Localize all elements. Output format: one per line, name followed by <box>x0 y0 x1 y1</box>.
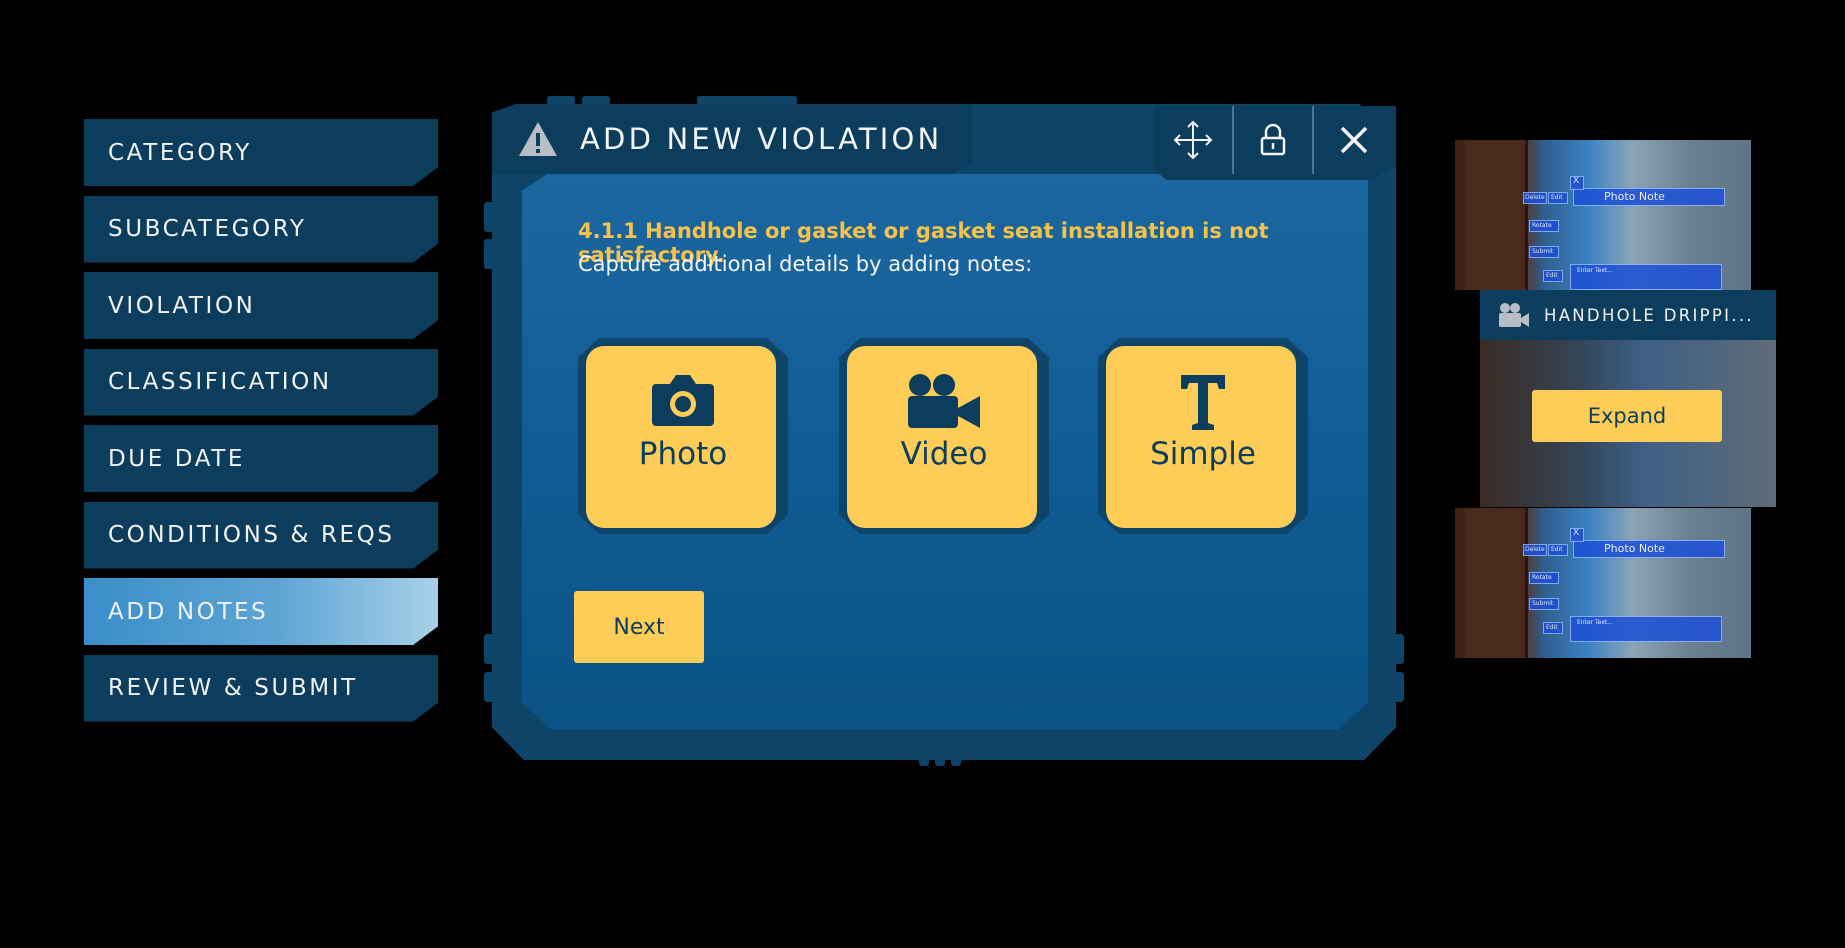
step-violation[interactable]: VIOLATION <box>84 272 438 339</box>
close-icon: X <box>1570 176 1584 190</box>
instruction-text: Capture additional details by adding not… <box>578 252 1033 276</box>
frame-nub <box>484 634 494 664</box>
rotate-chip: Rotate <box>1529 572 1559 584</box>
close-button[interactable] <box>1314 106 1394 174</box>
video-camera-icon <box>1499 303 1529 327</box>
enter-text-field: Enter Text... <box>1570 616 1722 642</box>
edit-chip: Edit <box>1548 544 1568 556</box>
camera-icon <box>578 372 788 428</box>
edit-chip: Edit <box>1548 192 1568 204</box>
photo-note-panel: Photo Note <box>1573 188 1725 206</box>
step-add-notes[interactable]: ADD NOTES <box>84 578 438 645</box>
frame-nub <box>1394 634 1404 664</box>
frame-nub <box>1394 672 1404 702</box>
dialog-title-bar: ADD NEW VIOLATION <box>492 104 972 174</box>
submit-chip: Submit <box>1529 246 1559 258</box>
photo-note-label: Photo Note <box>1604 542 1665 555</box>
step-subcategory[interactable]: SUBCATEGORY <box>84 195 438 263</box>
step-due-date[interactable]: DUE DATE <box>84 425 438 492</box>
edit-chip: Edit <box>1543 270 1563 282</box>
photo-note-panel: Photo Note <box>1573 540 1725 558</box>
note-card-header: HANDHOLE DRIPPI... <box>1480 290 1776 340</box>
step-nav: CATEGORY SUBCATEGORY VIOLATION CLASSIFIC… <box>84 119 438 731</box>
move-button[interactable] <box>1154 106 1234 174</box>
move-icon <box>1173 120 1213 160</box>
simple-label: Simple <box>1150 436 1256 472</box>
frame-nub <box>484 202 494 232</box>
video-note-button[interactable]: Video <box>839 338 1049 534</box>
dialog-controls <box>1154 106 1396 180</box>
scene-door <box>1465 508 1528 658</box>
frame-nub <box>484 672 494 702</box>
delete-chip: Delete <box>1523 192 1547 204</box>
step-review-submit[interactable]: REVIEW & SUBMIT <box>84 654 438 722</box>
scene-door <box>1465 140 1528 290</box>
next-button[interactable]: Next <box>574 591 704 663</box>
photo-note-thumbnail[interactable]: Photo Note X Delete Edit Rotate Submit E… <box>1455 140 1751 290</box>
video-note-card: HANDHOLE DRIPPI... Expand <box>1480 290 1776 507</box>
add-violation-dialog: ADD NEW VIOLATION 4.1.1 Handhole or gask… <box>484 96 1404 766</box>
photo-label: Photo <box>638 436 728 472</box>
step-conditions-reqs[interactable]: CONDITIONS & REQS <box>84 501 438 569</box>
photo-note-thumbnail[interactable]: Photo Note X Delete Edit Rotate Submit E… <box>1455 508 1751 658</box>
video-camera-icon <box>839 372 1049 432</box>
rotate-chip: Rotate <box>1529 220 1559 232</box>
frame-nub <box>951 750 961 766</box>
video-label: Video <box>900 436 988 472</box>
expand-button[interactable]: Expand <box>1532 390 1722 442</box>
dialog-title: ADD NEW VIOLATION <box>580 122 943 156</box>
frame-nub <box>935 750 945 766</box>
frame-nub <box>919 750 929 766</box>
close-icon: X <box>1570 528 1584 542</box>
enter-text-field: Enter Text... <box>1570 264 1722 290</box>
frame-nub <box>484 239 494 269</box>
step-category[interactable]: CATEGORY <box>84 119 438 186</box>
warning-icon <box>519 122 557 156</box>
close-icon <box>1340 126 1368 154</box>
lock-button[interactable] <box>1234 106 1314 174</box>
submit-chip: Submit <box>1529 598 1559 610</box>
photo-note-label: Photo Note <box>1604 190 1665 203</box>
photo-note-button[interactable]: Photo <box>578 338 788 534</box>
step-classification[interactable]: CLASSIFICATION <box>84 348 438 416</box>
text-icon <box>1098 372 1308 432</box>
delete-chip: Delete <box>1523 544 1547 556</box>
lock-icon <box>1260 123 1286 156</box>
simple-note-button[interactable]: Simple <box>1098 338 1308 534</box>
note-card-title: HANDHOLE DRIPPI... <box>1544 305 1754 325</box>
edit-chip: Edit <box>1543 622 1563 634</box>
